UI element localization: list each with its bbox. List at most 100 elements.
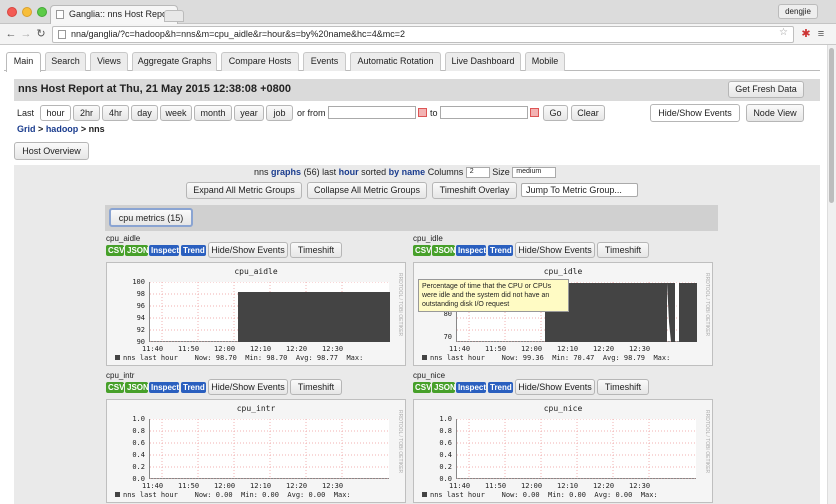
ganglia-nav-tabs: Main Search Views Aggregate Graphs Compa… <box>4 50 820 72</box>
csv-button[interactable]: CSV <box>106 245 124 256</box>
tab-events[interactable]: Events <box>303 52 346 71</box>
summary-by-name: by name <box>388 167 426 177</box>
from-date-input[interactable] <box>328 106 416 119</box>
legend-avg-value: 0.00 <box>615 491 633 499</box>
hide-show-events-button[interactable]: Hide/Show Events <box>208 379 288 395</box>
clear-button[interactable]: Clear <box>571 105 605 121</box>
legend-now-value: 99.36 <box>522 354 544 362</box>
node-view-button[interactable]: Node View <box>746 104 804 122</box>
trend-button[interactable]: Trend <box>488 245 513 256</box>
breadcrumb-grid-link[interactable]: Grid <box>17 124 36 134</box>
tab-compare-hosts[interactable]: Compare Hosts <box>221 52 299 71</box>
tab-views[interactable]: Views <box>90 52 128 71</box>
y-tick-label: 70 <box>443 333 452 341</box>
back-icon[interactable]: ← <box>4 27 18 41</box>
calendar-icon[interactable] <box>418 108 427 117</box>
timeshift-button[interactable]: Timeshift <box>290 379 342 395</box>
tab-mobile[interactable]: Mobile <box>525 52 565 71</box>
maximize-window-icon[interactable] <box>37 7 47 17</box>
metric-graph[interactable]: cpu_aidle RRDTOOL / TOBI OETIKER 100 98 96 94… <box>106 262 428 366</box>
browser-tab[interactable]: Ganglia:: nns Host Report × <box>50 5 178 24</box>
x-tick-label: 12:30 <box>629 345 651 353</box>
to-date-input[interactable] <box>440 106 528 119</box>
size-label: Size <box>492 167 510 177</box>
calendar-icon[interactable] <box>530 108 539 117</box>
x-tick-label: 11:50 <box>178 482 200 490</box>
size-select[interactable]: medium <box>512 167 557 179</box>
inspect-button[interactable]: Inspect <box>456 382 486 393</box>
tab-automatic-rotation[interactable]: Automatic Rotation <box>350 52 441 71</box>
new-tab-button[interactable] <box>164 10 184 22</box>
timeshift-button[interactable]: Timeshift <box>597 242 649 258</box>
range-year-button[interactable]: year <box>234 105 264 121</box>
cpu-metrics-group-button[interactable]: cpu metrics (15) <box>109 208 193 227</box>
trend-button[interactable]: Trend <box>181 245 206 256</box>
range-4hr-button[interactable]: 4hr <box>102 105 129 121</box>
x-tick-label: 12:20 <box>593 482 615 490</box>
inspect-button[interactable]: Inspect <box>149 245 179 256</box>
metric-graph[interactable]: cpu_idleRRDTOOL / TOBI OETIKER90807011:4… <box>413 262 735 366</box>
metric-name: cpu_idle <box>413 234 443 243</box>
range-month-button[interactable]: month <box>194 105 232 121</box>
minimize-window-icon[interactable] <box>22 7 32 17</box>
json-button[interactable]: JSON <box>125 382 149 393</box>
y-tick-label: 0.2 <box>132 463 145 471</box>
collapse-all-button[interactable]: Collapse All Metric Groups <box>307 182 427 199</box>
hide-show-events-button[interactable]: Hide/Show Events <box>650 104 740 122</box>
get-fresh-data-button[interactable]: Get Fresh Data <box>728 81 804 98</box>
metric-graph[interactable]: cpu_nice RRDTOOL / TOBI OETIKER 1.0 0.8 0.6 0… <box>413 399 713 503</box>
reload-icon[interactable]: ↻ <box>34 27 48 41</box>
x-tick-label: 11:40 <box>142 345 164 353</box>
close-window-icon[interactable] <box>7 7 17 17</box>
range-hour-button[interactable]: hour <box>40 105 71 121</box>
json-button[interactable]: JSON <box>432 245 456 256</box>
menu-icon[interactable]: ≡ <box>814 27 828 41</box>
hide-show-events-button[interactable]: Hide/Show Events <box>208 242 288 258</box>
hide-show-events-button[interactable]: Hide/Show Events <box>515 242 595 258</box>
range-job-button[interactable]: job <box>266 105 293 121</box>
legend-now-label: Now: <box>501 354 519 362</box>
range-day-button[interactable]: day <box>131 105 158 121</box>
jump-to-group-select[interactable]: Jump To Metric Group... <box>521 183 638 197</box>
scrollbar-thumb[interactable] <box>829 48 834 203</box>
report-header: nns Host Report at Thu, 21 May 2015 12:3… <box>14 79 820 101</box>
tab-live-dashboard[interactable]: Live Dashboard <box>445 52 521 71</box>
range-2hr-button[interactable]: 2hr <box>73 105 100 121</box>
columns-select[interactable]: 2 <box>465 167 490 179</box>
profile-button[interactable]: dengjie <box>778 4 818 19</box>
metric-block-cpu-aidle: cpu_aidle CSV JSON Inspect Trend Hide/Show Ev… <box>106 234 428 369</box>
tab-search[interactable]: Search <box>45 52 86 71</box>
hide-show-events-button[interactable]: Hide/Show Events <box>515 379 595 395</box>
timeshift-button[interactable]: Timeshift <box>290 242 342 258</box>
url-input[interactable]: nna/ganglia/?c=hadoop&h=nns&m=cpu_aidle&… <box>52 26 794 43</box>
csv-button[interactable]: CSV <box>413 382 431 393</box>
breadcrumb-cluster-link[interactable]: hadoop <box>46 124 79 134</box>
metric-graph[interactable]: cpu_intr RRDTOOL / TOBI OETIKER 1.0 0.8 0.6 0… <box>106 399 406 503</box>
forward-icon[interactable]: → <box>19 27 33 41</box>
inspect-button[interactable]: Inspect <box>149 382 179 393</box>
inspect-button[interactable]: Inspect <box>456 245 486 256</box>
summary-count: (56) <box>303 167 320 177</box>
tab-main[interactable]: Main <box>6 52 41 72</box>
x-tick-label: 11:40 <box>449 482 471 490</box>
go-button[interactable]: Go <box>543 105 568 121</box>
rrdtool-watermark: RRDTOOL / TOBI OETIKER <box>397 273 403 337</box>
legend-label: nns last hour <box>430 354 485 362</box>
bookmark-star-icon[interactable]: ☆ <box>779 27 788 38</box>
range-week-button[interactable]: week <box>160 105 192 121</box>
json-button[interactable]: JSON <box>432 382 456 393</box>
trend-button[interactable]: Trend <box>488 382 513 393</box>
extension-icon[interactable]: ✱ <box>799 27 813 41</box>
timeshift-button[interactable]: Timeshift <box>597 379 649 395</box>
trend-button[interactable]: Trend <box>181 382 206 393</box>
tab-aggregate-graphs[interactable]: Aggregate Graphs <box>132 52 217 71</box>
csv-button[interactable]: CSV <box>106 382 124 393</box>
expand-all-button[interactable]: Expand All Metric Groups <box>186 182 302 199</box>
legend-min-label: Min: <box>245 354 263 362</box>
page-info-icon[interactable] <box>58 30 66 39</box>
timeshift-overlay-button[interactable]: Timeshift Overlay <box>432 182 517 199</box>
y-tick-label: 0.8 <box>439 427 452 435</box>
json-button[interactable]: JSON <box>125 245 149 256</box>
host-overview-button[interactable]: Host Overview <box>14 142 89 160</box>
csv-button[interactable]: CSV <box>413 245 431 256</box>
